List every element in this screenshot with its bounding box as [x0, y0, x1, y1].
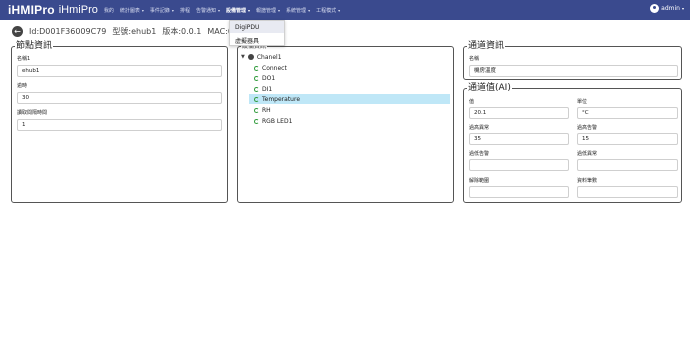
tree-item-di1[interactable]: DI1	[254, 84, 272, 94]
node-info-legend: 節點資訊	[15, 41, 54, 51]
decimals-input[interactable]	[577, 186, 678, 198]
timeout-label: 逾時	[17, 83, 28, 89]
tree-item-do1[interactable]: DO1	[254, 73, 275, 83]
chevron-down-icon: ▾	[217, 7, 220, 13]
device-model: 型號:ehub1	[112, 27, 157, 36]
tree-item-label: DI1	[262, 85, 273, 93]
deadband-label: 解除範圍	[469, 178, 490, 184]
nav-item-system[interactable]: 系統管理 ▾	[286, 7, 310, 14]
tree-item-temperature[interactable]: Temperature	[254, 94, 300, 104]
tree-root-label: Chanel1	[256, 53, 282, 61]
refresh-icon	[254, 75, 259, 81]
unit-input[interactable]: °C	[577, 107, 678, 119]
channel-info-legend: 通道資訊	[467, 41, 506, 51]
channel-info-panel: 通道資訊 名稱 機房溫度	[463, 41, 682, 80]
nav-item-alarm[interactable]: 告警通知 ▾	[196, 7, 220, 14]
deadband-input[interactable]	[469, 186, 569, 198]
timeout-input[interactable]: 30	[17, 92, 222, 104]
tree-item-label: Temperature	[262, 95, 301, 103]
channel-name-label: 名稱	[469, 56, 480, 62]
high-warn-input[interactable]: 15	[577, 133, 678, 145]
decimals-label: 資料筆數	[577, 178, 598, 184]
nav-item-engineering[interactable]: 工程模式 ▾	[316, 7, 340, 14]
chevron-down-icon: ▾	[681, 6, 684, 11]
dropdown-item-virtual[interactable]: 虛擬器具	[230, 33, 284, 45]
tree-item-label: Connect	[262, 64, 287, 72]
brand-logo[interactable]: iHMIPro	[8, 3, 55, 17]
chevron-down-icon: ▾	[141, 7, 144, 13]
tree-item-rh[interactable]: RH	[254, 105, 271, 115]
back-arrow-icon[interactable]: ←	[12, 26, 23, 37]
user-menu[interactable]: admin ▾	[650, 4, 684, 13]
nav-item-events[interactable]: 事件記錄 ▾	[150, 7, 174, 14]
tree-item-label: RH	[262, 106, 271, 114]
low-alarm-label: 過低異常	[577, 151, 598, 157]
value-label: 值	[469, 99, 475, 105]
channel-icon	[247, 54, 254, 60]
high-alarm-input[interactable]: 35	[469, 133, 569, 145]
devices-dropdown-menu: DigiPDU 虛擬器具	[229, 20, 285, 46]
top-navbar: iHMIPro iHmiPro 我的 統計圖表 ▾ 事件記錄 ▾ 排程 告警通知 ▾ …	[0, 0, 690, 20]
refresh-icon	[254, 65, 259, 71]
user-name: admin	[661, 5, 680, 12]
low-alarm-input[interactable]	[577, 159, 678, 171]
value-input[interactable]: 20.1	[469, 107, 569, 119]
tree-root-chanel1[interactable]: ▼ Chanel1	[241, 52, 282, 62]
tree-item-label: DO1	[262, 74, 276, 82]
brand-subtitle: iHmiPro	[58, 4, 98, 16]
tree-item-rgb-led1[interactable]: RGB LED1	[254, 116, 292, 126]
chevron-down-icon: ▾	[171, 7, 174, 13]
user-avatar-icon	[650, 4, 660, 13]
refresh-icon	[254, 96, 259, 102]
nav-menu: 我的 統計圖表 ▾ 事件記錄 ▾ 排程 告警通知 ▾ 設備管理 ▾ 報譜管理 ▾ 系統管理…	[104, 0, 346, 20]
chevron-down-icon: ▾	[278, 7, 281, 13]
nav-item-mine[interactable]: 我的	[104, 7, 114, 14]
high-alarm-label: 過高異常	[469, 125, 490, 131]
device-id: Id:D001F36009C79	[29, 27, 107, 36]
chevron-down-icon: ▾	[308, 7, 311, 13]
ai-value-legend: 通道值(AI)	[467, 83, 512, 93]
node-info-panel: 節點資訊 名稱1 ehub1 逾時 30 讀取間隔時間 1	[11, 41, 228, 203]
tree-item-label: RGB LED1	[262, 117, 293, 125]
tree-item-connect[interactable]: Connect	[254, 63, 287, 73]
chevron-down-icon: ▾	[248, 7, 251, 13]
interval-input[interactable]: 1	[17, 119, 222, 131]
device-version: 版本:0.0.1	[162, 27, 202, 36]
low-warn-input[interactable]	[469, 159, 569, 171]
low-warn-label: 過低告警	[469, 151, 490, 157]
interval-label: 讀取間隔時間	[17, 110, 48, 116]
channel-name-input[interactable]: 機房溫度	[469, 65, 678, 77]
unit-label: 單位	[577, 99, 588, 105]
name-input[interactable]: ehub1	[17, 65, 222, 77]
chevron-down-icon: ▾	[338, 7, 341, 13]
nav-item-devices[interactable]: 設備管理 ▾	[226, 7, 250, 14]
refresh-icon	[254, 118, 259, 124]
nav-item-charts[interactable]: 統計圖表 ▾	[120, 7, 144, 14]
refresh-icon	[254, 107, 259, 113]
caret-down-icon[interactable]: ▼	[241, 54, 245, 60]
refresh-icon	[254, 86, 259, 92]
name-label: 名稱1	[17, 56, 31, 62]
nav-item-reports[interactable]: 報譜管理 ▾	[256, 7, 280, 14]
ai-value-panel: 通道值(AI) 值 20.1 單位 °C 過高異常 35 過高告警 15 過低告…	[463, 83, 682, 203]
nav-item-schedule[interactable]: 排程	[180, 7, 190, 14]
device-info-bar: ← Id:D001F36009C79 型號:ehub1 版本:0.0.1 MAC…	[12, 25, 259, 38]
high-warn-label: 過高告警	[577, 125, 598, 131]
dropdown-item-digipdu[interactable]: DigiPDU	[230, 21, 284, 33]
